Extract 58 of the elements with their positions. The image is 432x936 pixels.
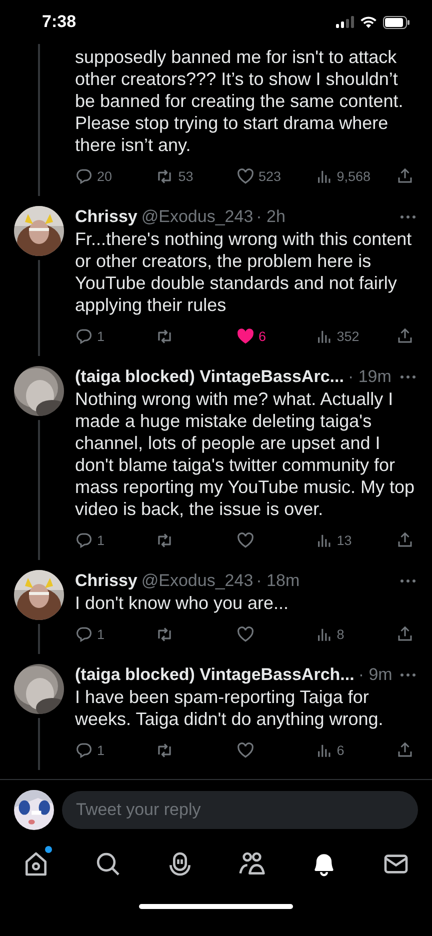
share-icon xyxy=(396,327,414,345)
user-handle: @Exodus_243 xyxy=(141,206,254,228)
timestamp: · 18m xyxy=(256,570,300,592)
user-name[interactable]: (taiga blocked) VintageBassArch... xyxy=(75,664,354,686)
views-button[interactable]: 352 xyxy=(316,328,390,344)
user-handle: @Exodus_243 xyxy=(141,570,254,592)
tweet-text: supposedly banned me for isn't to attack other creators??? It’s to show I shouldn’t be banned for creating the same content. Please stop trying to start drama where there isn’t any. xyxy=(75,46,404,156)
user-name[interactable]: (taiga blocked) VintageBassArc... xyxy=(75,366,344,388)
more-icon[interactable] xyxy=(400,375,416,379)
timestamp: · 19m xyxy=(348,366,392,388)
reply-icon xyxy=(75,531,93,549)
tweet-text: I don't know who you are... xyxy=(75,592,290,614)
reply-icon xyxy=(75,327,93,345)
share-button[interactable] xyxy=(396,531,414,549)
more-icon[interactable] xyxy=(400,673,416,677)
more-icon[interactable] xyxy=(400,579,416,583)
wifi-icon xyxy=(360,16,377,28)
tweet-text: I have been spam-reporting Taiga for weeks. Taiga didn't do anything wrong. xyxy=(75,686,384,730)
reply-button[interactable]: 20 xyxy=(75,167,149,185)
more-icon[interactable] xyxy=(400,215,416,219)
tweet-text: Fr...there's nothing wrong with this content or other creators, the problem here is YouTube double standards and not fairly applying their rules xyxy=(75,228,413,316)
share-button[interactable] xyxy=(396,327,414,345)
signal-icon xyxy=(336,16,354,28)
reply-icon xyxy=(75,625,93,643)
reply-icon xyxy=(75,167,93,185)
views-button[interactable]: 9,568 xyxy=(316,168,390,184)
share-icon xyxy=(396,531,414,549)
views-button[interactable]: 13 xyxy=(316,532,390,548)
heart-icon xyxy=(236,166,254,186)
reply-button[interactable]: 1 xyxy=(75,327,149,345)
share-button[interactable] xyxy=(396,625,414,643)
views-button[interactable]: 8 xyxy=(316,626,390,642)
reply-button[interactable]: 1 xyxy=(75,531,149,549)
like-button[interactable]: 523 xyxy=(236,166,310,186)
heart-icon xyxy=(236,530,254,550)
reply-icon xyxy=(75,741,93,759)
timestamp: · 2h xyxy=(256,206,286,228)
status-time: 7:38 xyxy=(42,12,76,32)
user-name[interactable]: Chrissy xyxy=(75,206,138,228)
share-icon xyxy=(396,741,414,759)
tweet-text: Nothing wrong with me? what. Actually I made a huge mistake deleting taiga's channel, lots of people are upset and I don't blame taiga's twitter community for mass reporting my YouTube music. My top video is back, the issue is over. xyxy=(75,388,416,520)
reply-button[interactable]: 1 xyxy=(75,741,149,759)
views-button[interactable]: 6 xyxy=(316,742,390,758)
share-button[interactable] xyxy=(396,167,414,185)
heart-icon xyxy=(236,624,254,644)
heart-icon xyxy=(236,326,254,346)
heart-icon xyxy=(236,740,254,760)
retweet-button[interactable]: 53 xyxy=(155,166,230,186)
reply-input[interactable]: Tweet your reply xyxy=(62,791,418,829)
reply-button[interactable]: 1 xyxy=(75,625,149,643)
share-icon xyxy=(396,625,414,643)
search-tab[interactable] xyxy=(94,850,122,878)
battery-icon xyxy=(383,16,410,28)
timestamp: · 9m xyxy=(358,664,392,686)
like-button[interactable]: 6 xyxy=(236,326,310,346)
user-name[interactable]: Chrissy xyxy=(75,570,138,592)
share-icon xyxy=(396,167,414,185)
share-button[interactable] xyxy=(396,741,414,759)
